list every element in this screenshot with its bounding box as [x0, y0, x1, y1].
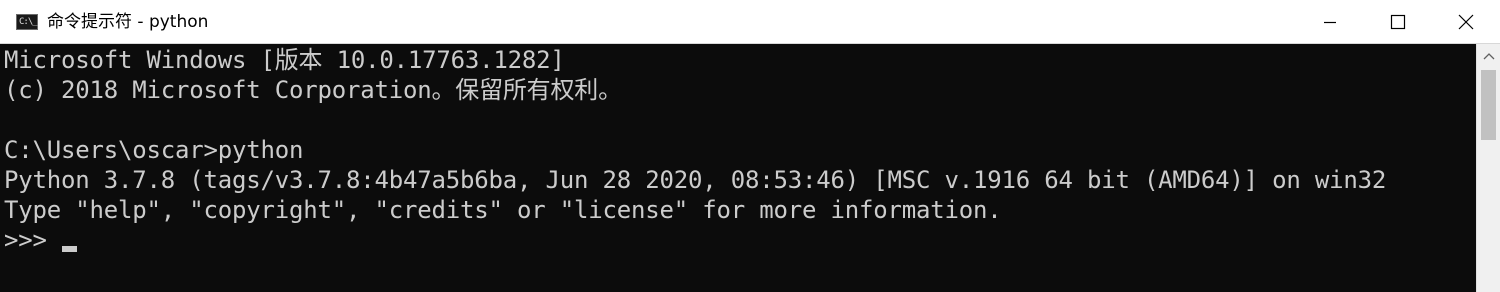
app-icon-glyph: C:\_ [19, 17, 38, 27]
minimize-button[interactable] [1296, 0, 1364, 43]
chevron-up-icon [1483, 53, 1495, 60]
console-line-python-banner: Python 3.7.8 (tags/v3.7.8:4b47a5b6ba, Ju… [4, 166, 1387, 194]
console-line-version: Microsoft Windows [版本 10.0.17763.1282] [4, 46, 565, 74]
scroll-thumb[interactable] [1481, 70, 1496, 140]
window-title: 命令提示符 - python [47, 12, 209, 32]
scroll-up-button[interactable] [1477, 44, 1500, 68]
text-cursor [62, 246, 77, 252]
maximize-icon [1390, 14, 1406, 29]
close-button[interactable] [1432, 0, 1500, 43]
vertical-scrollbar[interactable] [1476, 44, 1500, 292]
title-bar[interactable]: C:\_ 命令提示符 - python [0, 0, 1500, 44]
close-icon [1458, 14, 1474, 29]
command-prompt-window: C:\_ 命令提示符 - python Microsoft Windows [版… [0, 0, 1500, 292]
console-line-copyright: (c) 2018 Microsoft Corporation。保留所有权利。 [4, 76, 622, 104]
console-line-command: C:\Users\oscar>python [4, 136, 304, 164]
console-line-help-hint: Type "help", "copyright", "credits" or "… [4, 196, 1002, 224]
maximize-button[interactable] [1364, 0, 1432, 43]
console-app-icon[interactable]: C:\_ [16, 14, 38, 30]
console-output[interactable]: Microsoft Windows [版本 10.0.17763.1282] (… [0, 44, 1476, 292]
console-prompt[interactable]: >>> [4, 225, 61, 255]
minimize-icon [1324, 21, 1336, 23]
